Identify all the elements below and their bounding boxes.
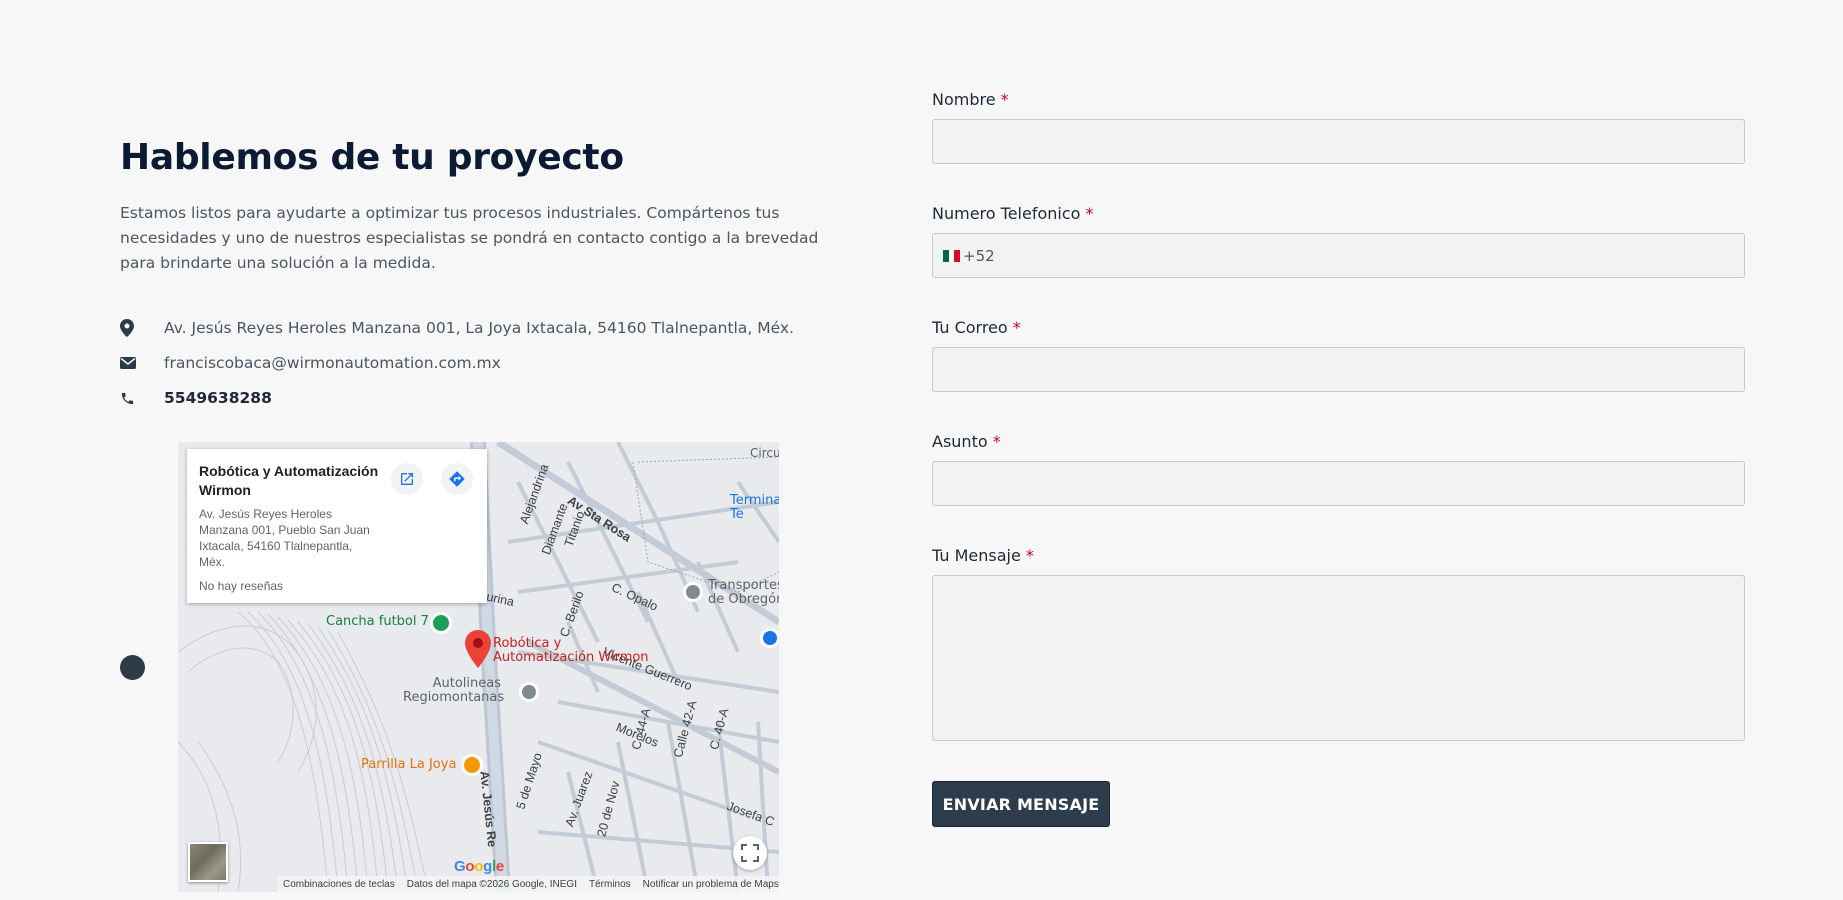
place-pin-label[interactable]: Robótica y Automatización Wirmon xyxy=(493,637,663,665)
email-field[interactable] xyxy=(932,347,1745,392)
email-row[interactable]: franciscobaca@wirmonautomation.com.mx xyxy=(120,353,501,373)
poi-cancha-label[interactable]: Cancha futbol 7 xyxy=(326,614,429,629)
map-data-credit: Datos del mapa ©2026 Google, INEGI xyxy=(406,878,577,890)
directions-icon[interactable] xyxy=(441,463,473,495)
name-label: Nombre * xyxy=(932,90,1009,109)
place-info-card: Robótica y Automatización Wirmon Av. Jes… xyxy=(187,449,487,603)
message-label: Tu Mensaje * xyxy=(932,546,1034,565)
poi-bus-icon[interactable] xyxy=(683,582,703,602)
embedded-map[interactable]: Alejandrina Diamante Titanio Av Sta Rosa… xyxy=(178,442,779,892)
address-text: Av. Jesús Reyes Heroles Manzana 001, La … xyxy=(164,319,794,337)
email-label: Tu Correo * xyxy=(932,318,1021,337)
place-reviews: No hay reseñas xyxy=(199,579,284,593)
phone-input[interactable]: +52 xyxy=(932,233,1745,278)
phone-label: Numero Telefonico * xyxy=(932,204,1094,223)
keyboard-shortcuts-link[interactable]: Combinaciones de teclas xyxy=(283,879,395,890)
poi-bus-icon[interactable] xyxy=(519,682,539,702)
message-textarea[interactable] xyxy=(932,575,1745,741)
google-logo: Google xyxy=(454,858,504,875)
envelope-icon xyxy=(120,353,148,373)
place-title: Robótica y Automatización Wirmon xyxy=(199,463,379,498)
intro-text: Estamos listos para ayudarte a optimizar… xyxy=(120,204,819,272)
map-pin-icon xyxy=(120,318,148,338)
email-link[interactable]: franciscobaca@wirmonautomation.com.mx xyxy=(164,354,501,372)
phone-prefix: +52 xyxy=(963,246,995,265)
poi-transportes-label[interactable]: Transportes de Obregón xyxy=(708,579,779,607)
page-title: Hablemos de tu proyecto xyxy=(120,137,624,178)
address-row: Av. Jesús Reyes Heroles Manzana 001, La … xyxy=(120,318,794,338)
submit-button[interactable]: ENVIAR MENSAJE xyxy=(932,781,1110,827)
subject-input[interactable] xyxy=(932,461,1745,506)
poi-parrilla-label[interactable]: Parrilla La Joya xyxy=(361,757,456,772)
map-footer: Combinaciones de teclas Datos del mapa ©… xyxy=(278,876,779,892)
poi-circu-label: Circu xyxy=(750,446,779,460)
satellite-toggle[interactable] xyxy=(188,842,228,882)
place-pin-icon[interactable] xyxy=(465,630,491,672)
phone-number[interactable]: 5549638288 xyxy=(164,389,272,407)
fullscreen-icon[interactable] xyxy=(733,836,767,870)
place-address: Av. Jesús Reyes Heroles Manzana 001, Pue… xyxy=(199,507,370,569)
poi-transit-icon[interactable] xyxy=(760,628,779,648)
mexico-flag-icon[interactable] xyxy=(943,249,961,262)
phone-icon xyxy=(120,388,148,408)
poi-autolineas-label[interactable]: Autolineas Regiomontanas xyxy=(403,677,504,705)
terms-link[interactable]: Términos xyxy=(589,879,631,890)
name-input[interactable] xyxy=(932,119,1745,164)
open-in-maps-icon[interactable] xyxy=(391,463,423,495)
report-problem-link[interactable]: Notificar un problema de Maps xyxy=(643,879,779,890)
subject-label: Asunto * xyxy=(932,432,1001,451)
carousel-dot[interactable] xyxy=(120,655,145,680)
poi-terminal-label[interactable]: Terminal Te xyxy=(730,494,779,522)
poi-restaurant-icon[interactable] xyxy=(461,754,483,776)
phone-row[interactable]: 5549638288 xyxy=(120,388,272,408)
poi-park-icon[interactable] xyxy=(430,612,452,634)
